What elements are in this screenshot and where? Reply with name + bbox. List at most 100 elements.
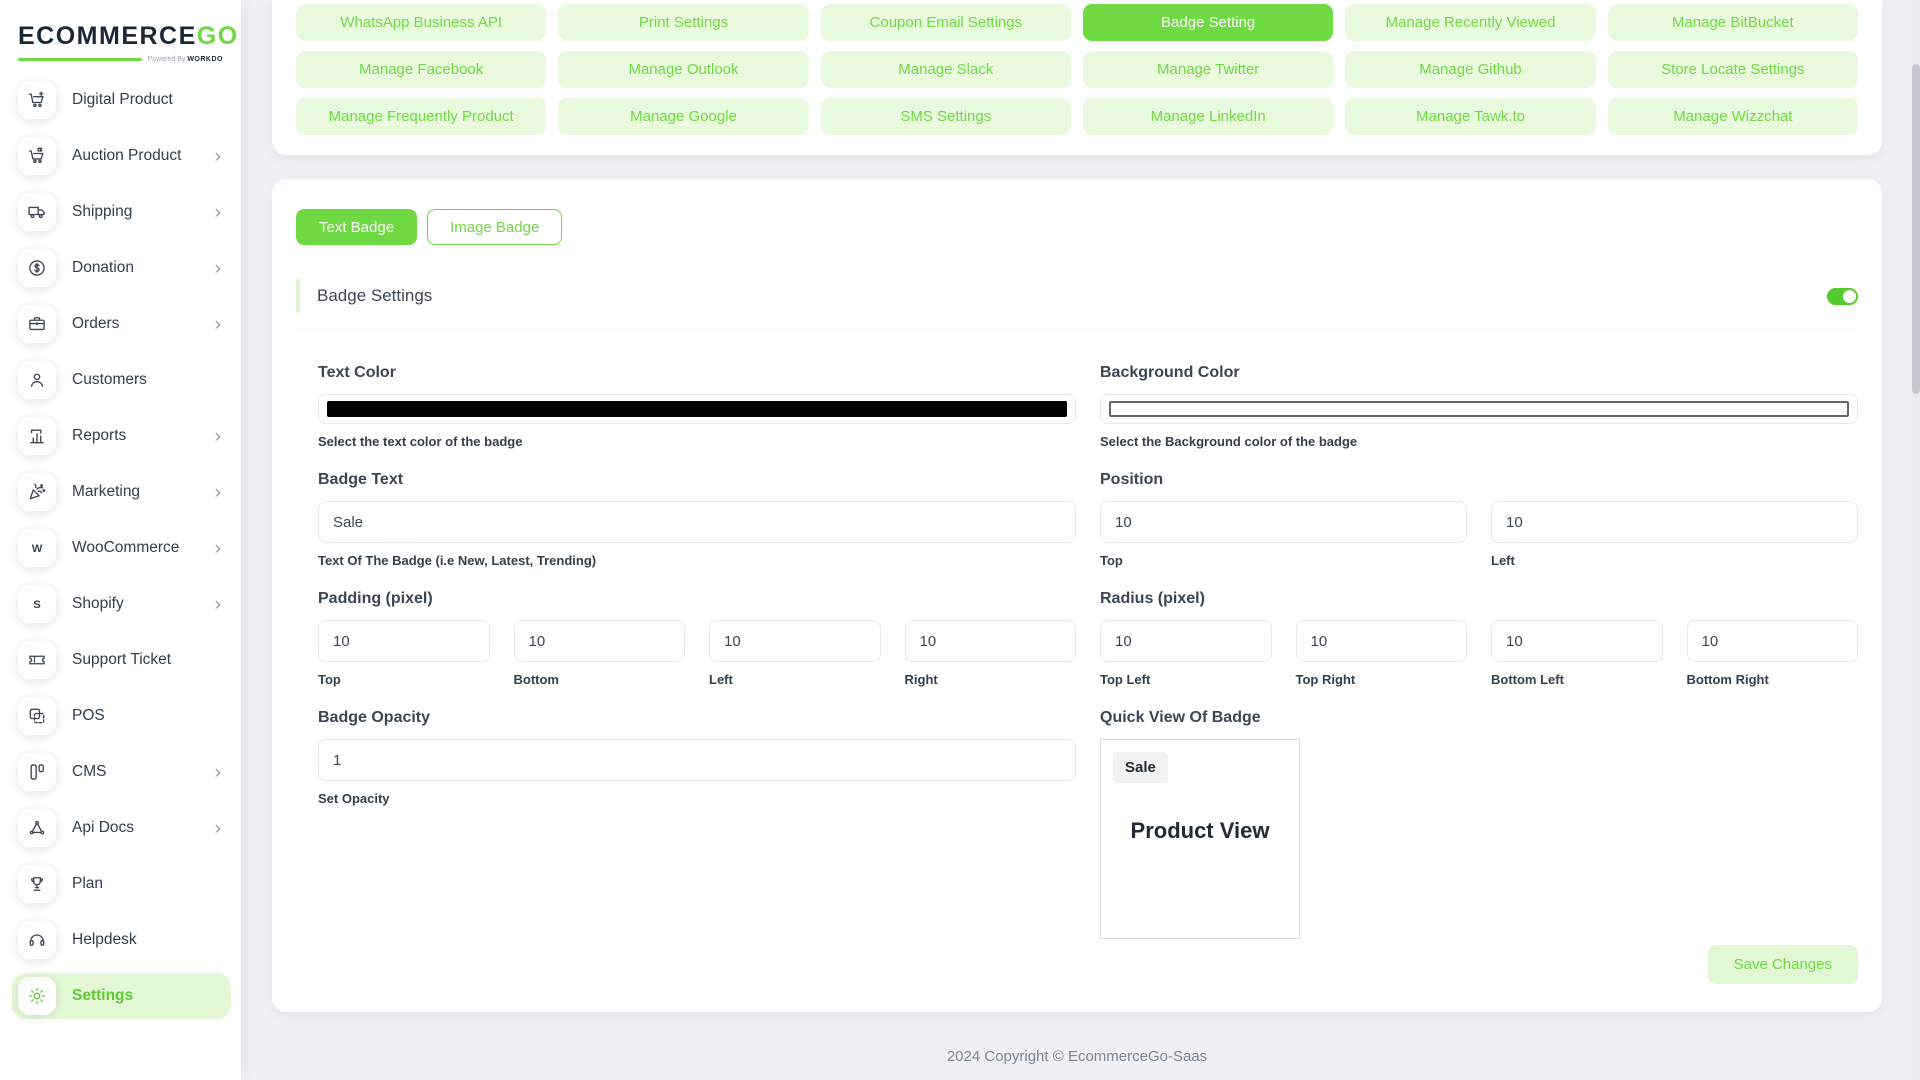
sidebar-item-support-ticket[interactable]: Support Ticket: [12, 637, 231, 683]
radius-pixel-bottom-left-input[interactable]: [1491, 620, 1663, 662]
padding-inputs: TopBottomLeftRight: [318, 620, 1076, 687]
sidebar-item-marketing[interactable]: Marketing›: [12, 469, 231, 515]
sidebar-item-helpdesk[interactable]: Helpdesk: [12, 917, 231, 963]
text-color-input[interactable]: [318, 394, 1076, 424]
badge-text-label: Badge Text: [318, 471, 1076, 489]
sidebar-menu: Digital ProductAuction Product›Shipping›…: [0, 77, 241, 1019]
api-docs-icon: [18, 809, 56, 847]
settings-tab-manage-github[interactable]: Manage Github: [1345, 51, 1595, 88]
badge-preview-box: Sale Product View: [1100, 739, 1300, 939]
settings-tab-manage-bitbucket[interactable]: Manage BitBucket: [1608, 4, 1858, 41]
text-color-swatch: [327, 401, 1067, 417]
chevron-right-icon: ›: [215, 147, 221, 166]
settings-gear-icon: [18, 977, 56, 1015]
section-accent-bar: [296, 279, 300, 313]
sidebar-item-digital-product[interactable]: Digital Product: [12, 77, 231, 123]
padding-pixel-right-input[interactable]: [905, 620, 1077, 662]
support-ticket-icon: [18, 641, 56, 679]
settings-tab-badge-setting[interactable]: Badge Setting: [1083, 4, 1333, 41]
sidebar: ECOMMERCEGO Powered By WORKDO Digital Pr…: [0, 0, 241, 1080]
input-caption: Left: [1491, 553, 1858, 568]
input-caption: Bottom: [514, 672, 686, 687]
input-caption: Top Right: [1296, 672, 1468, 687]
padding-pixel-top-input[interactable]: [318, 620, 490, 662]
settings-tab-manage-google[interactable]: Manage Google: [558, 98, 808, 135]
sidebar-item-label: POS: [72, 707, 223, 725]
padding-field-group: Padding (pixel) TopBottomLeftRight: [318, 590, 1076, 687]
donation-dollar-icon: [18, 249, 56, 287]
settings-tab-manage-outlook[interactable]: Manage Outlook: [558, 51, 808, 88]
preview-product-view-text: Product View: [1101, 818, 1299, 844]
sidebar-item-shopify[interactable]: SShopify›: [12, 581, 231, 627]
sidebar-item-donation[interactable]: Donation›: [12, 245, 231, 291]
settings-tabs-card: WhatsApp Business API Print Settings Coupo…: [272, 0, 1882, 155]
radius-pixel-top-right-input[interactable]: [1296, 620, 1468, 662]
badge-settings-card: Text BadgeImage Badge Badge Settings Tex…: [272, 179, 1882, 1012]
sidebar-item-customers[interactable]: Customers: [12, 357, 231, 403]
footer-copyright: 2024 Copyright © EcommerceGo-Saas: [272, 1048, 1882, 1065]
input-caption: Top: [1100, 553, 1467, 568]
page-scrollbar-thumb[interactable]: [1912, 64, 1920, 394]
settings-tab-coupon-email-settings[interactable]: Coupon Email Settings: [821, 4, 1071, 41]
cms-icon: [18, 753, 56, 791]
save-row: Save Changes: [296, 945, 1858, 984]
app-logo[interactable]: ECOMMERCEGO Powered By WORKDO: [0, 0, 241, 63]
sidebar-item-plan[interactable]: Plan: [12, 861, 231, 907]
sidebar-item-label: Shipping: [72, 203, 215, 221]
settings-tab-manage-frequently-product[interactable]: Manage Frequently Product: [296, 98, 546, 135]
sidebar-item-reports[interactable]: Reports›: [12, 413, 231, 459]
padding-pixel-bottom-input[interactable]: [514, 620, 686, 662]
sidebar-item-orders[interactable]: Orders›: [12, 301, 231, 347]
settings-tab-manage-linkedin[interactable]: Manage LinkedIn: [1083, 98, 1333, 135]
settings-tab-manage-facebook[interactable]: Manage Facebook: [296, 51, 546, 88]
sidebar-item-label: Orders: [72, 315, 215, 333]
num-field-position-top: Top: [1100, 501, 1467, 568]
chevron-right-icon: ›: [215, 763, 221, 782]
chevron-right-icon: ›: [215, 595, 221, 614]
chevron-right-icon: ›: [215, 203, 221, 222]
plan-trophy-icon: [18, 865, 56, 903]
padding-label: Padding (pixel): [318, 590, 1076, 608]
chevron-right-icon: ›: [215, 819, 221, 838]
settings-tab-print-settings[interactable]: Print Settings: [558, 4, 808, 41]
position-left-input[interactable]: [1491, 501, 1858, 543]
sidebar-item-api-docs[interactable]: Api Docs›: [12, 805, 231, 851]
sidebar-item-woocommerce[interactable]: WWooCommerce›: [12, 525, 231, 571]
page-scrollbar-track[interactable]: [1912, 0, 1920, 1080]
num-field-radius-pixel-bottom-right: Bottom Right: [1687, 620, 1859, 687]
save-changes-button[interactable]: Save Changes: [1708, 945, 1858, 984]
radius-pixel-bottom-right-input[interactable]: [1687, 620, 1859, 662]
background-color-swatch: [1109, 401, 1849, 417]
badge-text-input[interactable]: [318, 501, 1076, 543]
divider: [296, 329, 1858, 330]
logo-text: ECOMMERCEGO: [18, 22, 223, 51]
settings-tab-manage-recently-viewed[interactable]: Manage Recently Viewed: [1345, 4, 1595, 41]
sidebar-item-label: Settings: [72, 987, 223, 1005]
sidebar-item-pos[interactable]: POS: [12, 693, 231, 739]
marketing-megaphone-icon: [18, 473, 56, 511]
settings-tab-manage-twitter[interactable]: Manage Twitter: [1083, 51, 1333, 88]
sidebar-item-settings[interactable]: Settings: [12, 973, 231, 1019]
input-caption: Right: [905, 672, 1077, 687]
settings-tab-manage-tawk-to[interactable]: Manage Tawk.to: [1345, 98, 1595, 135]
background-color-input[interactable]: [1100, 394, 1858, 424]
settings-tab-manage-wizzchat[interactable]: Manage Wizzchat: [1608, 98, 1858, 135]
position-top-input[interactable]: [1100, 501, 1467, 543]
badge-opacity-input[interactable]: [318, 739, 1076, 781]
settings-tab-manage-slack[interactable]: Manage Slack: [821, 51, 1071, 88]
padding-pixel-left-input[interactable]: [709, 620, 881, 662]
badge-tab-text-badge[interactable]: Text Badge: [296, 209, 417, 245]
cart-plus-icon: [18, 81, 56, 119]
sidebar-item-auction-product[interactable]: Auction Product›: [12, 133, 231, 179]
svg-text:S: S: [33, 599, 41, 611]
radius-pixel-top-left-input[interactable]: [1100, 620, 1272, 662]
settings-tab-sms-settings[interactable]: SMS Settings: [821, 98, 1071, 135]
badge-tab-image-badge[interactable]: Image Badge: [427, 209, 562, 245]
settings-tab-whatsapp-business-api[interactable]: WhatsApp Business API: [296, 4, 546, 41]
sidebar-item-cms[interactable]: CMS›: [12, 749, 231, 795]
radius-label: Radius (pixel): [1100, 590, 1858, 608]
settings-tab-store-locate-settings[interactable]: Store Locate Settings: [1608, 51, 1858, 88]
badge-enabled-toggle[interactable]: [1827, 288, 1858, 305]
settings-tabs-grid: WhatsApp Business API Print Settings Coupo…: [296, 4, 1858, 135]
sidebar-item-shipping[interactable]: Shipping›: [12, 189, 231, 235]
